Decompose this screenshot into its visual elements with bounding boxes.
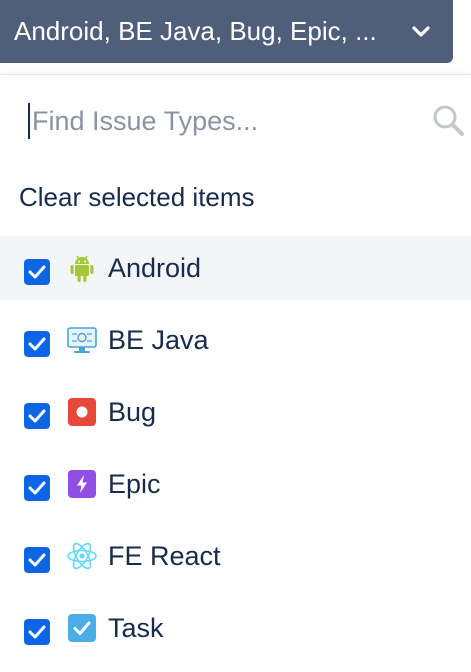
list-item-be-java[interactable]: BE Java [0,308,471,372]
checkbox-checked[interactable] [24,331,50,357]
item-label: Task [108,612,164,643]
item-label: Epic [108,468,161,499]
search-icon [433,105,464,136]
bug-icon [66,396,98,428]
list-item-android[interactable]: Android [0,236,471,300]
item-label: BE Java [108,324,209,355]
react-icon [66,540,98,572]
checkbox-checked[interactable] [24,403,50,429]
search-input[interactable] [28,103,432,139]
item-label: Android [108,252,202,283]
checkbox-checked[interactable] [24,547,50,573]
search-bar [28,99,468,143]
selected-types-label: Android, BE Java, Bug, Epic, ... [14,16,377,46]
epic-icon [66,468,98,500]
checkbox-checked[interactable] [24,259,50,285]
chevron-down-icon [411,22,431,42]
issue-type-list: Android BE Java Bug Epic FE React Task [0,236,471,668]
list-item-bug[interactable]: Bug [0,380,471,444]
task-icon [66,612,98,644]
dropdown-panel: Clear selected items [0,74,471,672]
list-item-fe-react[interactable]: FE React [0,524,471,588]
list-item-epic[interactable]: Epic [0,452,471,516]
checkbox-checked[interactable] [24,475,50,501]
item-label: FE React [108,540,221,571]
android-icon [66,252,98,284]
checkbox-checked[interactable] [24,619,50,645]
item-label: Bug [108,396,157,427]
monitor-icon [66,324,98,356]
list-item-task[interactable]: Task [0,596,471,660]
clear-selected-button[interactable]: Clear selected items [19,182,255,213]
issue-type-dropdown-trigger[interactable]: Android, BE Java, Bug, Epic, ... [0,0,453,63]
